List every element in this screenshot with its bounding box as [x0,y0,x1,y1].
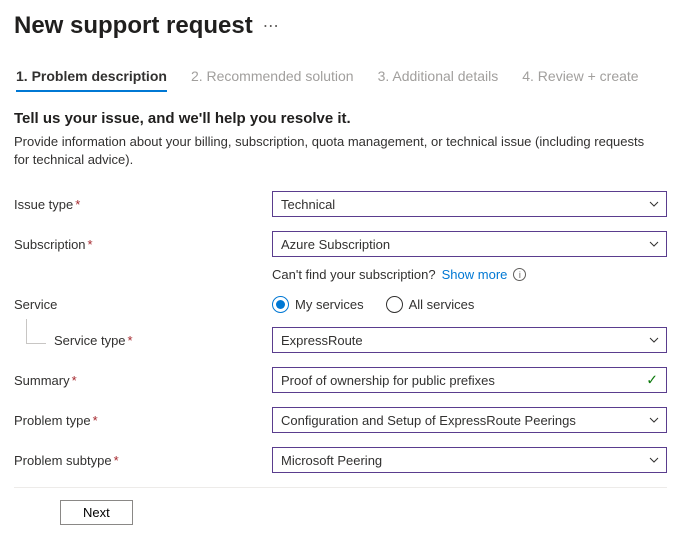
radio-my-services[interactable]: My services [272,296,364,313]
subscription-select[interactable]: Azure Subscription [272,231,667,257]
row-service-type: Service type* ExpressRoute [14,327,667,353]
select-value: Configuration and Setup of ExpressRoute … [281,413,576,428]
wizard-tabs: 1. Problem description 2. Recommended so… [14,68,667,92]
label-service-type: Service type* [14,333,272,348]
footer: Next [14,487,667,525]
next-button[interactable]: Next [60,500,133,525]
radio-label: All services [409,297,475,312]
support-request-page: New support request ⋯ 1. Problem descrip… [0,0,681,545]
label-summary: Summary* [14,373,272,388]
section-heading: Tell us your issue, and we'll help you r… [14,110,667,127]
row-service: Service My services All services [14,296,667,313]
select-value: ExpressRoute [281,333,363,348]
info-icon[interactable]: i [513,268,526,281]
label-text: Service [14,297,57,312]
label-problem-subtype: Problem subtype* [14,453,272,468]
row-problem-subtype: Problem subtype* Microsoft Peering [14,447,667,473]
title-row: New support request ⋯ [14,12,667,40]
row-problem-type: Problem type* Configuration and Setup of… [14,407,667,433]
section-description: Provide information about your billing, … [14,133,654,169]
required-marker: * [75,197,80,212]
tab-recommended-solution[interactable]: 2. Recommended solution [191,68,354,92]
label-text: Issue type [14,197,73,212]
problem-subtype-select[interactable]: Microsoft Peering [272,447,667,473]
select-value: Technical [281,197,335,212]
helper-text: Can't find your subscription? [272,267,436,282]
input-value: Proof of ownership for public prefixes [281,373,495,388]
radio-icon [386,296,403,313]
label-subscription: Subscription* [14,237,272,252]
select-value: Azure Subscription [281,237,390,252]
required-marker: * [128,333,133,348]
service-radio-group: My services All services [272,296,667,313]
label-text: Problem subtype [14,453,112,468]
row-summary: Summary* Proof of ownership for public p… [14,367,667,393]
radio-all-services[interactable]: All services [386,296,475,313]
label-text: Subscription [14,237,86,252]
issue-type-select[interactable]: Technical [272,191,667,217]
chevron-down-icon [648,334,660,346]
required-marker: * [93,413,98,428]
required-marker: * [72,373,77,388]
select-value: Microsoft Peering [281,453,382,468]
subscription-helper: Can't find your subscription? Show more … [272,267,667,282]
chevron-down-icon [648,414,660,426]
tab-additional-details[interactable]: 3. Additional details [378,68,499,92]
chevron-down-icon [648,198,660,210]
row-issue-type: Issue type* Technical [14,191,667,217]
row-subscription: Subscription* Azure Subscription [14,231,667,257]
check-icon: ✓ [646,372,658,389]
chevron-down-icon [648,238,660,250]
show-more-link[interactable]: Show more [442,267,508,282]
tab-problem-description[interactable]: 1. Problem description [16,68,167,92]
radio-icon [272,296,289,313]
service-type-select[interactable]: ExpressRoute [272,327,667,353]
label-text: Service type [54,333,126,348]
required-marker: * [114,453,119,468]
chevron-down-icon [648,454,660,466]
tab-review-create[interactable]: 4. Review + create [522,68,638,92]
problem-type-select[interactable]: Configuration and Setup of ExpressRoute … [272,407,667,433]
page-title: New support request [14,12,253,40]
label-issue-type: Issue type* [14,197,272,212]
more-actions-button[interactable]: ⋯ [263,16,280,36]
radio-label: My services [295,297,364,312]
summary-input[interactable]: Proof of ownership for public prefixes ✓ [272,367,667,393]
label-text: Summary [14,373,70,388]
label-service: Service [14,297,272,312]
required-marker: * [88,237,93,252]
label-problem-type: Problem type* [14,413,272,428]
label-text: Problem type [14,413,91,428]
